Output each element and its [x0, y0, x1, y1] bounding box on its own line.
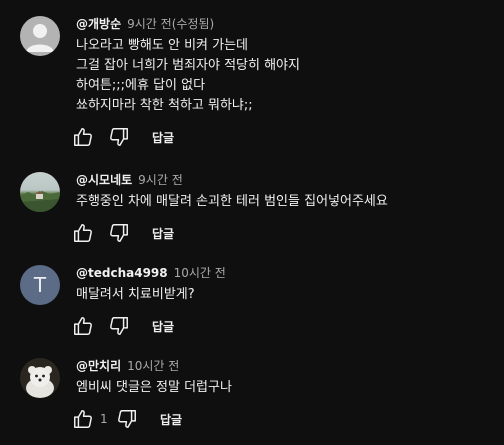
- dislike-button[interactable]: [108, 222, 130, 244]
- reply-button[interactable]: 답글: [152, 225, 174, 242]
- comment-header: @개방순 9시간 전(수정됨): [76, 16, 214, 32]
- comment-line: 쑈하지마라 착한 척하고 뭐하냐;;: [76, 98, 253, 113]
- thumbs-down-icon: [110, 128, 128, 146]
- comment-time[interactable]: 10시간 전: [127, 359, 179, 373]
- thumbs-up-icon: [74, 224, 92, 242]
- comment-text: 엠비씨 댓글은 정말 더럽구나: [76, 378, 232, 398]
- comment-text: 매달려서 치료비받게?: [76, 285, 195, 305]
- like-button[interactable]: [72, 126, 94, 148]
- avatar[interactable]: T: [20, 265, 60, 305]
- comment-time[interactable]: 10시간 전: [174, 266, 226, 280]
- thumbs-down-icon: [110, 224, 128, 242]
- comment-author[interactable]: @tedcha4998: [76, 266, 168, 280]
- comment-line: 매달려서 치료비받게?: [76, 287, 195, 302]
- avatar[interactable]: [20, 172, 60, 212]
- comment-time[interactable]: 9시간 전: [138, 173, 183, 187]
- dislike-button[interactable]: [116, 408, 138, 430]
- thumbs-up-icon: [74, 410, 92, 428]
- reply-button[interactable]: 답글: [152, 129, 174, 146]
- like-button[interactable]: [72, 315, 94, 337]
- comment-header: @만치리 10시간 전: [76, 358, 179, 374]
- thumbs-up-icon: [74, 317, 92, 335]
- comment-header: @tedcha4998 10시간 전: [76, 265, 226, 281]
- reply-button[interactable]: 답글: [152, 318, 174, 335]
- comment-text: 나오라고 빵해도 안 비켜 가는데 그걸 잡아 너희가 범죄자야 적당히 해야지…: [76, 36, 300, 116]
- comment-line: 하여튼;;;에휴 답이 없다: [76, 78, 206, 93]
- dislike-button[interactable]: [108, 126, 130, 148]
- comment-actions: 답글: [72, 315, 174, 337]
- comment-time[interactable]: 9시간 전(수정됨): [127, 17, 214, 31]
- comment-line: 주행중인 차에 매달려 손괴한 테러 범인들 집어넣어주세요: [76, 194, 388, 209]
- landscape-photo-icon: [20, 191, 60, 212]
- comment-actions: 1 답글: [72, 408, 182, 430]
- comment-line: 그걸 잡아 너희가 범죄자야 적당히 해야지: [76, 58, 300, 73]
- comment-line: 엠비씨 댓글은 정말 더럽구나: [76, 380, 232, 395]
- comment-line: 나오라고 빵해도 안 비켜 가는데: [76, 38, 249, 53]
- comment-author[interactable]: @개방순: [76, 17, 121, 31]
- like-count: 1: [100, 412, 108, 426]
- comment-actions: 답글: [72, 126, 174, 148]
- white-dog-photo-icon: [26, 366, 54, 398]
- dislike-button[interactable]: [108, 315, 130, 337]
- comment-text: 주행중인 차에 매달려 손괴한 테러 범인들 집어넣어주세요: [76, 192, 388, 212]
- reply-button[interactable]: 답글: [160, 411, 182, 428]
- thumbs-up-icon: [74, 128, 92, 146]
- avatar[interactable]: [20, 358, 60, 398]
- default-person-icon: [26, 24, 54, 52]
- comment-author[interactable]: @만치리: [76, 359, 121, 373]
- thumbs-down-icon: [118, 410, 136, 428]
- thumbs-down-icon: [110, 317, 128, 335]
- comment-author[interactable]: @시모네토: [76, 173, 132, 187]
- avatar[interactable]: [20, 16, 60, 56]
- like-button[interactable]: [72, 408, 94, 430]
- comment-actions: 답글: [72, 222, 174, 244]
- like-button[interactable]: [72, 222, 94, 244]
- comment-header: @시모네토 9시간 전: [76, 172, 183, 188]
